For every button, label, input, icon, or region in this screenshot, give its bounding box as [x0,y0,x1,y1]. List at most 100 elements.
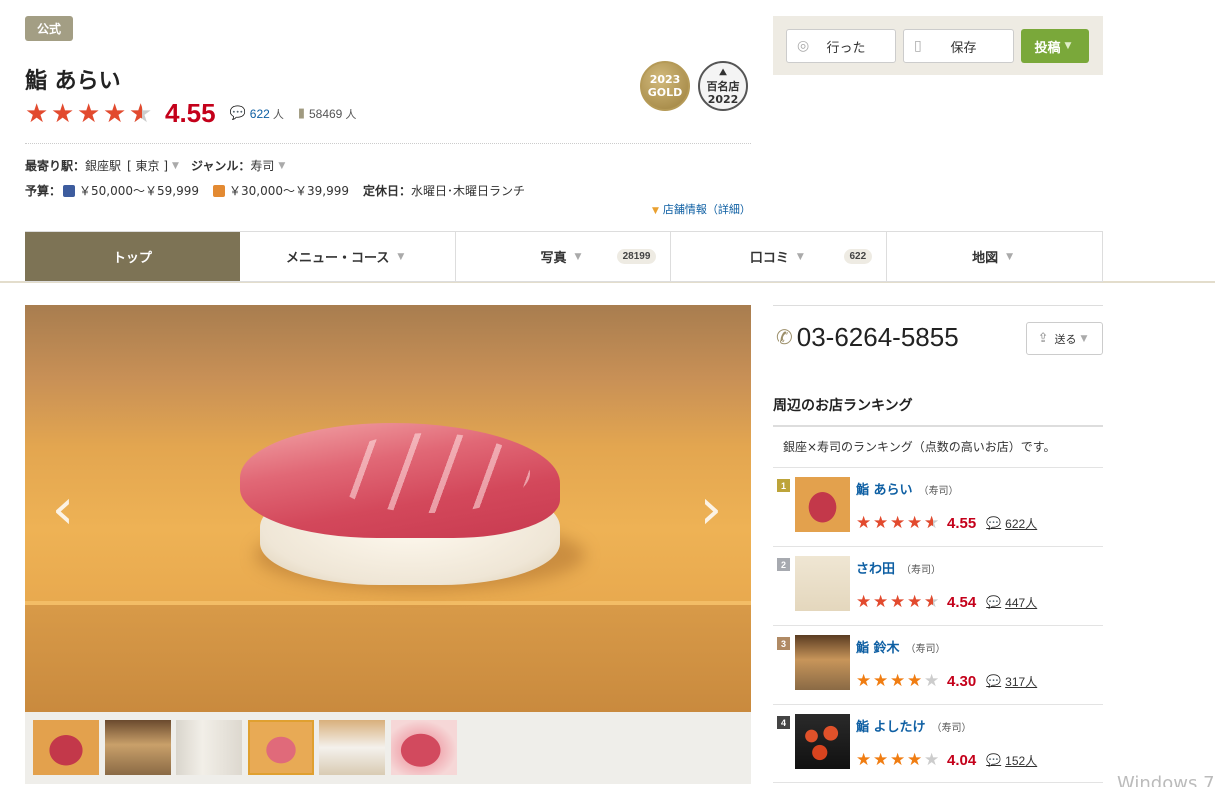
tab-top[interactable]: トップ [25,232,240,282]
bookmark-icon: ▮ [297,106,305,121]
save-count: 58469 [308,106,343,121]
star-icon: ★ [890,592,906,612]
tab-photos[interactable]: 写真 ▼ 28199 [455,232,672,282]
save-unit: 人 [345,107,357,121]
tab-count: 622 [843,249,873,264]
share-icon: ⇪ [1037,331,1049,346]
star-icon: ★ [856,671,872,691]
review-count-link[interactable]: 💬 317人 [986,673,1037,690]
store-thumbnail[interactable] [795,477,850,532]
award-gold-year: 2023 [649,73,681,86]
chevron-left-icon[interactable]: ‹ [43,475,83,545]
photo-thumbnail[interactable] [33,720,99,775]
rank-badge: 3 [777,637,790,650]
photo-thumbnail-selected[interactable] [248,720,314,775]
map-pin-icon: ◎ [797,38,810,54]
store-link[interactable]: 鮨 よしたけ （寿司） [856,716,972,735]
half-star-icon: ★ [924,514,941,532]
ranking-item[interactable]: 2 さわ田 （寿司） ★ ★ ★ ★ ★ 4.54 💬447人 [773,546,1103,625]
store-link[interactable]: 鮨 鈴木 （寿司） [856,637,946,656]
send-label: 送る [1054,332,1077,346]
tab-menu-course[interactable]: メニュー・コース ▼ [239,232,456,282]
rating-score: 4.04 [947,751,977,769]
triangle-icon: ▼ [652,206,659,216]
tab-label: メニュー・コース [286,251,390,266]
award-gold-medal[interactable]: 2023 GOLD [640,61,690,111]
sun-icon [213,184,225,197]
store-thumbnail[interactable] [795,635,850,690]
tab-reviews[interactable]: 口コミ ▼ 622 [671,232,888,282]
review-count[interactable]: 622 [250,107,270,121]
ranking-description: 銀座×寿司のランキング（点数の高いお店）です。 [783,440,1056,454]
tab-label: 口コミ [749,251,789,266]
thumbnail-strip [25,712,751,784]
tab-count: 28199 [616,249,657,264]
award-hyakumeiten-medal[interactable]: ⛰ 百名店 2022 [698,61,748,111]
review-count-link[interactable]: 💬 152人 [986,752,1037,769]
store-name: 鮨 あらい [25,69,121,94]
phone-text: 03-6264-5855 [796,322,959,352]
star-icon: ★ [890,513,906,533]
star-icon: ★ [856,513,872,533]
empty-star-icon: ★ [924,671,940,691]
review-count-link[interactable]: 💬 622人 [986,515,1037,532]
sushi-tuna [240,423,560,538]
store-genre: （寿司） [918,486,959,497]
rating-row: ★ ★ ★ ★ ★ 4.55 💬 622 人 ▮ 58469 人 [25,98,356,129]
divider [773,425,1103,427]
os-watermark: Windows 7 [1117,773,1215,787]
store-thumbnail[interactable] [795,714,850,769]
award-hyakumeiten-label: 百名店 [706,79,740,93]
store-name: 鮨 あらい [856,483,913,498]
photo-thumbnail[interactable] [176,720,242,775]
genre-label: ジャンル： [190,159,251,173]
chevron-down-icon: ▼ [278,160,286,171]
award-gold-label: GOLD [647,86,683,99]
divider [25,143,751,144]
store-link[interactable]: さわ田 （寿司） [856,558,941,577]
post-button[interactable]: 投稿 ▼ [1021,29,1089,63]
store-thumbnail[interactable] [795,556,850,611]
store-link[interactable]: 鮨 あらい （寿司） [856,479,959,498]
star-icon: ★ [890,750,906,770]
phone-icon: ✆ [776,327,793,349]
area-value[interactable]: [ 東京 ] [127,157,168,174]
station-value[interactable]: 銀座駅 [85,157,121,174]
visited-label: 行った [826,40,866,56]
star-icon: ★ [77,98,101,129]
moon-icon [63,184,76,197]
review-count-link[interactable]: 💬 447人 [986,594,1037,611]
budget-row: 予算： ￥50,000～￥59,999 ￥30,000～￥39,999 定休日：… [25,182,525,199]
star-icon: ★ [873,750,889,770]
award-hyakumeiten-year: 2022 [707,92,739,106]
store-genre: （寿司） [931,723,972,734]
photo-thumbnail[interactable] [319,720,385,775]
station-label: 最寄り駅： [25,159,86,173]
empty-star-icon: ★ [924,750,940,770]
ranking-item[interactable]: 3 鮨 鈴木 （寿司） ★ ★ ★ ★ ★ 4.30 💬 317人 [773,625,1103,704]
photo-thumbnail[interactable] [391,720,457,775]
chevron-right-icon[interactable]: › [691,475,731,545]
chevron-down-icon: ▼ [796,251,804,262]
chevron-down-icon: ▼ [1006,251,1014,262]
star-icon: ★ [25,98,49,129]
review-count: 622人 [1005,516,1038,531]
divider [773,305,1103,306]
genre-value[interactable]: 寿司 [250,157,274,174]
store-detail-link[interactable]: ▼ 店舗情報（詳細） [652,201,751,217]
ranking-item[interactable]: 1 鮨 あらい （寿司） ★ ★ ★ ★ ★ 4.55 💬622人 [773,467,1103,546]
tab-map[interactable]: 地図 ▼ [887,232,1103,282]
rating-score: 4.55 [947,514,977,532]
review-count: 152人 [1005,753,1038,768]
visited-button[interactable]: ◎ 行った [786,29,896,63]
star-icon: ★ [873,592,889,612]
send-button[interactable]: ⇪ 送る ▼ [1026,322,1103,355]
star-icon: ★ [890,671,906,691]
main-photo[interactable]: ‹ › [25,305,751,712]
save-button[interactable]: ▯ 保存 [903,29,1014,63]
ranking-item[interactable]: 4 鮨 よしたけ （寿司） ★ ★ ★ ★ ★ 4.04 💬 152人 [773,704,1103,783]
review-count: 447人 [1005,595,1038,610]
photo-thumbnail[interactable] [105,720,171,775]
rating-row: ★ ★ ★ ★ ★ 4.54 💬447人 [856,593,1037,611]
rating-row: ★ ★ ★ ★ ★ 4.30 💬 317人 [856,672,1037,690]
